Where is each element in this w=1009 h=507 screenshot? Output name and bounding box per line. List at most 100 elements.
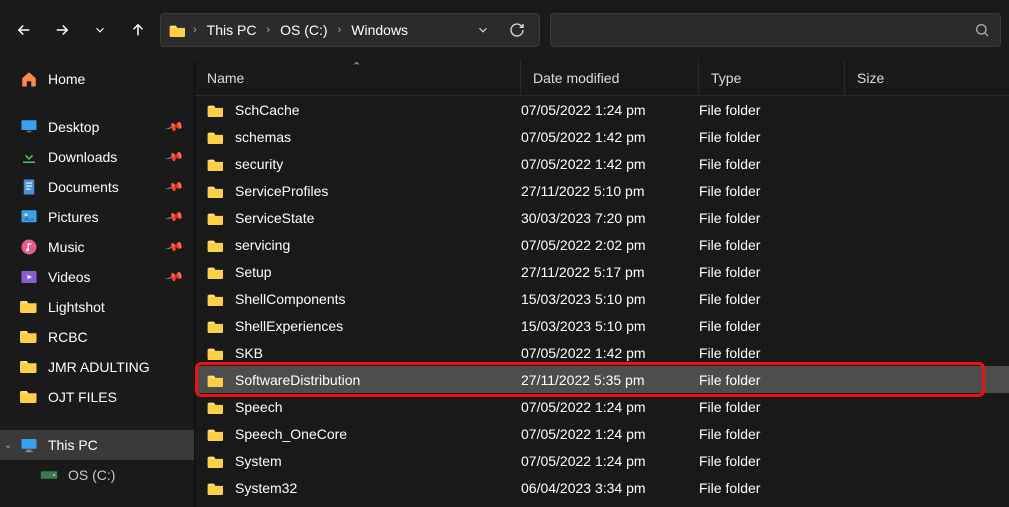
sidebar-item-label: Music [48, 239, 85, 255]
breadcrumb-segment[interactable]: OS (C:) [276, 20, 331, 40]
file-name: servicing [235, 237, 290, 253]
file-date: 07/05/2022 1:24 pm [521, 399, 699, 415]
pin-icon: 📌 [165, 177, 185, 197]
body: Home Desktop📌Downloads📌Documents📌Picture… [0, 60, 1009, 507]
file-name: ShellComponents [235, 291, 346, 307]
sidebar-item-thispc[interactable]: ⌄ This PC [0, 430, 194, 460]
file-name: schemas [235, 129, 291, 145]
chevron-down-icon [93, 23, 107, 37]
sidebar-item-label: Documents [48, 179, 119, 195]
column-header-date[interactable]: Date modified [521, 60, 699, 95]
file-row[interactable]: SKB07/05/2022 1:42 pmFile folder [195, 339, 1009, 366]
file-name: Setup [235, 264, 272, 280]
file-type: File folder [699, 129, 845, 145]
folder-icon [207, 346, 225, 360]
file-date: 07/05/2022 1:42 pm [521, 156, 699, 172]
file-name: Speech_OneCore [235, 426, 347, 442]
sidebar-item-music[interactable]: Music📌 [0, 232, 194, 262]
breadcrumb-sep-icon: › [266, 24, 270, 36]
folder-icon [207, 427, 225, 441]
folder-icon [207, 130, 225, 144]
sidebar-item-label: Pictures [48, 209, 99, 225]
address-bar[interactable]: › This PC › OS (C:) › Windows [160, 13, 540, 47]
search-icon [974, 22, 990, 38]
file-row[interactable]: SoftwareDistribution27/11/2022 5:35 pmFi… [195, 366, 1009, 393]
file-row[interactable]: System3206/04/2023 3:34 pmFile folder [195, 474, 1009, 501]
sidebar-item-label: JMR ADULTING [48, 359, 150, 375]
sidebar-item-label: Videos [48, 269, 91, 285]
file-row[interactable]: servicing07/05/2022 2:02 pmFile folder [195, 231, 1009, 258]
download-icon [20, 148, 38, 166]
file-type: File folder [699, 426, 845, 442]
file-date: 07/05/2022 1:24 pm [521, 102, 699, 118]
desktop-icon [20, 118, 38, 136]
music-icon [20, 238, 38, 256]
sidebar-item-pictures[interactable]: Pictures 📌 [0, 202, 194, 232]
breadcrumb-sep-icon: › [338, 24, 342, 36]
file-name: ServiceState [235, 210, 314, 226]
file-date: 07/05/2022 1:24 pm [521, 453, 699, 469]
column-header-size[interactable]: Size [845, 60, 945, 95]
folder-icon [207, 481, 225, 495]
forward-button[interactable] [46, 14, 78, 46]
file-row[interactable]: ShellExperiences15/03/2023 5:10 pmFile f… [195, 312, 1009, 339]
navigation-pane: Home Desktop📌Downloads📌Documents📌Picture… [0, 60, 195, 507]
pin-icon: 📌 [165, 147, 185, 167]
pin-icon: 📌 [165, 207, 185, 227]
sidebar-item-videos[interactable]: Videos📌 [0, 262, 194, 292]
file-date: 30/03/2023 7:20 pm [521, 210, 699, 226]
folder-icon [207, 400, 225, 414]
refresh-button[interactable] [503, 22, 531, 38]
sidebar-item-documents[interactable]: Documents 📌 [0, 172, 194, 202]
column-header-row: ⌃ Name Date modified Type Size [195, 60, 1009, 96]
sidebar-item-lightshot[interactable]: Lightshot [0, 292, 194, 322]
file-row[interactable]: ShellComponents15/03/2023 5:10 pmFile fo… [195, 285, 1009, 312]
address-dropdown-button[interactable] [469, 23, 497, 37]
file-row[interactable]: Speech07/05/2022 1:24 pmFile folder [195, 393, 1009, 420]
drive-icon [40, 468, 58, 482]
sidebar-item-label: OS (C:) [68, 467, 115, 483]
folder-icon [207, 265, 225, 279]
file-date: 27/11/2022 5:35 pm [521, 372, 699, 388]
back-button[interactable] [8, 14, 40, 46]
file-row[interactable]: ServiceState30/03/2023 7:20 pmFile folde… [195, 204, 1009, 231]
arrow-up-icon [129, 21, 147, 39]
refresh-icon [509, 22, 525, 38]
file-type: File folder [699, 453, 845, 469]
breadcrumb-segment[interactable]: Windows [347, 20, 412, 40]
sidebar-item-jmr-adulting[interactable]: JMR ADULTING [0, 352, 194, 382]
sidebar-item-home[interactable]: Home [0, 64, 194, 94]
up-button[interactable] [122, 14, 154, 46]
file-row[interactable]: SchCache07/05/2022 1:24 pmFile folder [195, 96, 1009, 123]
sidebar-item-label: This PC [48, 437, 98, 453]
search-input[interactable] [550, 13, 1001, 47]
file-row[interactable]: Setup27/11/2022 5:17 pmFile folder [195, 258, 1009, 285]
file-date: 27/11/2022 5:10 pm [521, 183, 699, 199]
sidebar-item-ojt-files[interactable]: OJT FILES [0, 382, 194, 412]
arrow-right-icon [53, 21, 71, 39]
file-date: 07/05/2022 1:42 pm [521, 129, 699, 145]
file-type: File folder [699, 372, 845, 388]
sidebar-item-rcbc[interactable]: RCBC [0, 322, 194, 352]
file-row[interactable]: Speech_OneCore07/05/2022 1:24 pmFile fol… [195, 420, 1009, 447]
column-header-type[interactable]: Type [699, 60, 845, 95]
file-type: File folder [699, 156, 845, 172]
sidebar-item-label: Downloads [48, 149, 117, 165]
sidebar-item-desktop[interactable]: Desktop📌 [0, 112, 194, 142]
file-row[interactable]: System07/05/2022 1:24 pmFile folder [195, 447, 1009, 474]
file-type: File folder [699, 480, 845, 496]
file-list: SchCache07/05/2022 1:24 pmFile foldersch… [195, 96, 1009, 501]
file-row[interactable]: ServiceProfiles27/11/2022 5:10 pmFile fo… [195, 177, 1009, 204]
sidebar-item-label: Home [48, 71, 85, 87]
sort-indicator-icon: ⌃ [352, 60, 361, 73]
sidebar-item-drive[interactable]: OS (C:) [0, 460, 194, 490]
sidebar-item-downloads[interactable]: Downloads 📌 [0, 142, 194, 172]
file-row[interactable]: security07/05/2022 1:42 pmFile folder [195, 150, 1009, 177]
breadcrumb-segment[interactable]: This PC [203, 20, 261, 40]
sidebar-item-label: OJT FILES [48, 389, 117, 405]
folder-icon [207, 319, 225, 333]
recent-locations-button[interactable] [84, 14, 116, 46]
file-type: File folder [699, 399, 845, 415]
folder-icon [20, 388, 38, 406]
file-row[interactable]: schemas 07/05/2022 1:42 pmFile folder [195, 123, 1009, 150]
